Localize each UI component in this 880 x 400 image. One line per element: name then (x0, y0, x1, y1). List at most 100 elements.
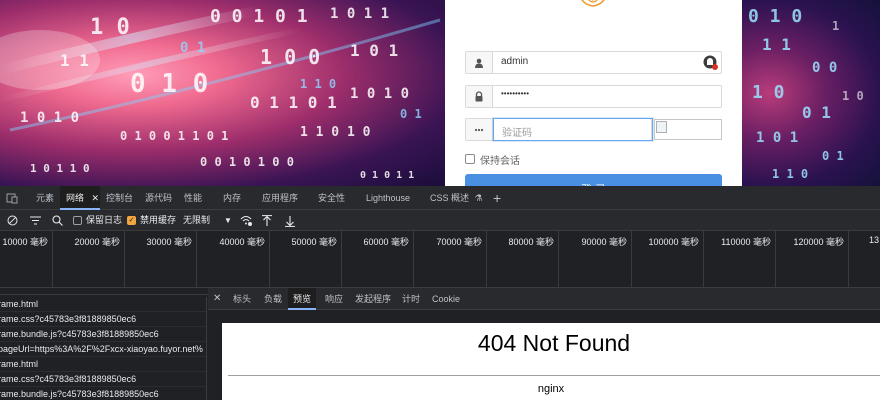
request-name: rame.html (0, 299, 39, 309)
svg-text:1 1: 1 1 (762, 35, 791, 54)
timeline-tick-label: 80000 毫秒 (508, 237, 554, 247)
tab-response[interactable]: 响应 (325, 288, 343, 310)
timeline-tick-label: 90000 毫秒 (581, 237, 627, 247)
login-card: 子 admin •••••••••• (445, 0, 742, 186)
preserve-log-label: 保留日志 (86, 215, 123, 225)
svg-text:0 1 0 1 1: 0 1 0 1 1 (360, 170, 414, 181)
svg-text:1 0 1 0: 1 0 1 0 (20, 110, 79, 126)
disable-cache-checkbox[interactable]: ✓ 禁用缓存 (127, 210, 176, 231)
request-row[interactable]: rame.css?c45783e3f81889850ec6 (0, 372, 206, 387)
svg-text:1 0: 1 0 (842, 89, 864, 103)
network-toolbar: 保留日志 ✓ 禁用缓存 无限制 ▼ (0, 210, 880, 231)
tab-timing[interactable]: 计时 (402, 288, 420, 310)
not-found-heading: 404 Not Found (222, 330, 880, 357)
request-row[interactable]: rame.bundle.js?c45783e3f81889850ec6 (0, 387, 206, 400)
export-har-icon[interactable] (285, 210, 295, 231)
tab-initiator[interactable]: 发起程序 (355, 288, 391, 310)
binary-background-right: 0 1 0 1 1 0 0 1 0 0 1 1 0 1 0 1 1 1 0 1 … (742, 0, 880, 186)
broken-image-icon (656, 121, 667, 133)
flask-icon: ⚗ (474, 193, 483, 203)
request-row[interactable]: rame.html (0, 297, 206, 312)
password-masked-value: •••••••••• (501, 89, 530, 98)
timeline-tick-label: 100000 毫秒 (648, 237, 699, 247)
binary-background-left: 1 0 0 0 1 0 1 1 0 1 1 1 1 0 1 0 1 0 0 1 … (0, 0, 445, 186)
timeline-tick: 20000 毫秒 (53, 231, 125, 287)
tab-performance[interactable]: 性能 (184, 186, 202, 210)
timeline-tick-label: 30000 毫秒 (146, 237, 192, 247)
timeline-tick: 70000 毫秒 (414, 231, 487, 287)
network-conditions-icon[interactable] (240, 210, 252, 231)
devtools-panel: 元素 网络 ✕ 控制台 源代码 性能 内存 应用程序 安全性 Lighthous… (0, 186, 880, 400)
login-button[interactable]: 登 录 (465, 174, 722, 186)
svg-text:0 0: 0 0 (812, 60, 837, 76)
clear-icon[interactable] (7, 210, 18, 231)
timeline-tick-label: 13 (869, 235, 880, 245)
timeline-tick-label: 70000 毫秒 (436, 237, 482, 247)
svg-text:子: 子 (590, 0, 597, 2)
timeline-tick: 90000 毫秒 (559, 231, 632, 287)
checkbox-checked[interactable]: ✓ (127, 216, 136, 225)
request-name: rame.bundle.js?c45783e3f81889850ec6 (0, 389, 159, 399)
close-icon[interactable]: ✕ (213, 288, 221, 310)
checkbox-box[interactable] (465, 154, 475, 164)
tab-preview[interactable]: 预览 (288, 288, 317, 310)
tab-console[interactable]: 控制台 (106, 186, 133, 210)
request-name: rame.css?c45783e3f81889850ec6 (0, 374, 137, 384)
timeline-tick: 100000 毫秒 (632, 231, 704, 287)
captcha-image[interactable] (654, 119, 722, 140)
svg-text:1 0 0: 1 0 0 (260, 45, 320, 69)
request-name: pageUrl=https%3A%2F%2Fxcx-xiaoyao.fuyor.… (0, 344, 203, 354)
svg-text:0 1: 0 1 (180, 40, 205, 56)
throttling-select[interactable]: 无限制 ▼ (183, 210, 232, 231)
tab-css-overview-label: CSS 概述 (430, 193, 470, 203)
more-dots-icon (466, 119, 493, 140)
tab-memory[interactable]: 内存 (223, 186, 241, 210)
request-row[interactable]: rame.css?c45783e3f81889850ec6 (0, 312, 206, 327)
tab-payload[interactable]: 负载 (264, 288, 282, 310)
tab-security[interactable]: 安全性 (318, 186, 345, 210)
lock-icon (466, 86, 493, 107)
add-tab-icon[interactable]: + (493, 186, 501, 210)
svg-text:1 1: 1 1 (60, 51, 89, 70)
tab-elements[interactable]: 元素 (36, 186, 54, 210)
timeline-tick-label: 20000 毫秒 (74, 237, 120, 247)
tab-cookies[interactable]: Cookie (432, 288, 460, 310)
tab-network[interactable]: 网络 ✕ (60, 186, 100, 210)
not-found-title: 404 Not Found (477, 330, 631, 356)
svg-text:0 1 0 0 1 1 0 1: 0 1 0 0 1 1 0 1 (120, 129, 228, 143)
request-row[interactable]: rame.html (0, 357, 206, 372)
preview-document: 404 Not Found nginx (222, 323, 880, 400)
filter-icon[interactable] (30, 210, 41, 231)
screenshot-root: 1 0 0 0 1 0 1 1 0 1 1 1 1 0 1 0 1 0 0 1 … (0, 0, 880, 400)
username-value: admin (501, 56, 529, 67)
device-toolbar-icon[interactable] (6, 186, 22, 210)
timeline-tick: 50000 毫秒 (270, 231, 342, 287)
timeline-tick: 40000 毫秒 (197, 231, 270, 287)
svg-text:1 1 0: 1 1 0 (772, 167, 808, 181)
svg-text:0 1 1 0 1: 0 1 1 0 1 (250, 93, 337, 112)
import-har-icon[interactable] (262, 210, 272, 231)
request-name: rame.bundle.js?c45783e3f81889850ec6 (0, 329, 159, 339)
remember-session-checkbox[interactable]: 保持会话 (465, 152, 520, 167)
tab-network-label: 网络 (66, 193, 85, 203)
tab-headers[interactable]: 标头 (233, 288, 251, 310)
request-row[interactable]: pageUrl=https%3A%2F%2Fxcx-xiaoyao.fuyor.… (0, 342, 206, 357)
timeline-tick-label: 110000 毫秒 (721, 237, 771, 247)
tab-application[interactable]: 应用程序 (262, 186, 298, 210)
svg-text:0 1: 0 1 (822, 149, 844, 163)
search-icon[interactable] (52, 210, 63, 231)
request-row[interactable]: rame.bundle.js?c45783e3f81889850ec6 (0, 327, 206, 342)
password-field[interactable]: •••••••••• (465, 85, 722, 108)
checkbox-box[interactable] (73, 216, 82, 225)
preserve-log-checkbox[interactable]: 保留日志 (73, 210, 122, 231)
captcha-input[interactable]: 验证码 (493, 118, 653, 141)
close-tab-icon[interactable]: ✕ (92, 193, 100, 203)
svg-text:0 1 0: 0 1 0 (130, 69, 208, 99)
password-manager-icon[interactable] (703, 55, 718, 70)
network-overview-timeline[interactable]: 10000 毫秒 20000 毫秒 30000 毫秒 40000 毫秒 5000… (0, 231, 880, 288)
tab-sources[interactable]: 源代码 (145, 186, 172, 210)
tab-lighthouse[interactable]: Lighthouse (366, 186, 410, 210)
devtools-main-tabs: 元素 网络 ✕ 控制台 源代码 性能 内存 应用程序 安全性 Lighthous… (0, 186, 880, 210)
tab-css-overview[interactable]: CSS 概述 ⚗ (430, 186, 483, 210)
username-field[interactable]: admin (465, 51, 722, 74)
